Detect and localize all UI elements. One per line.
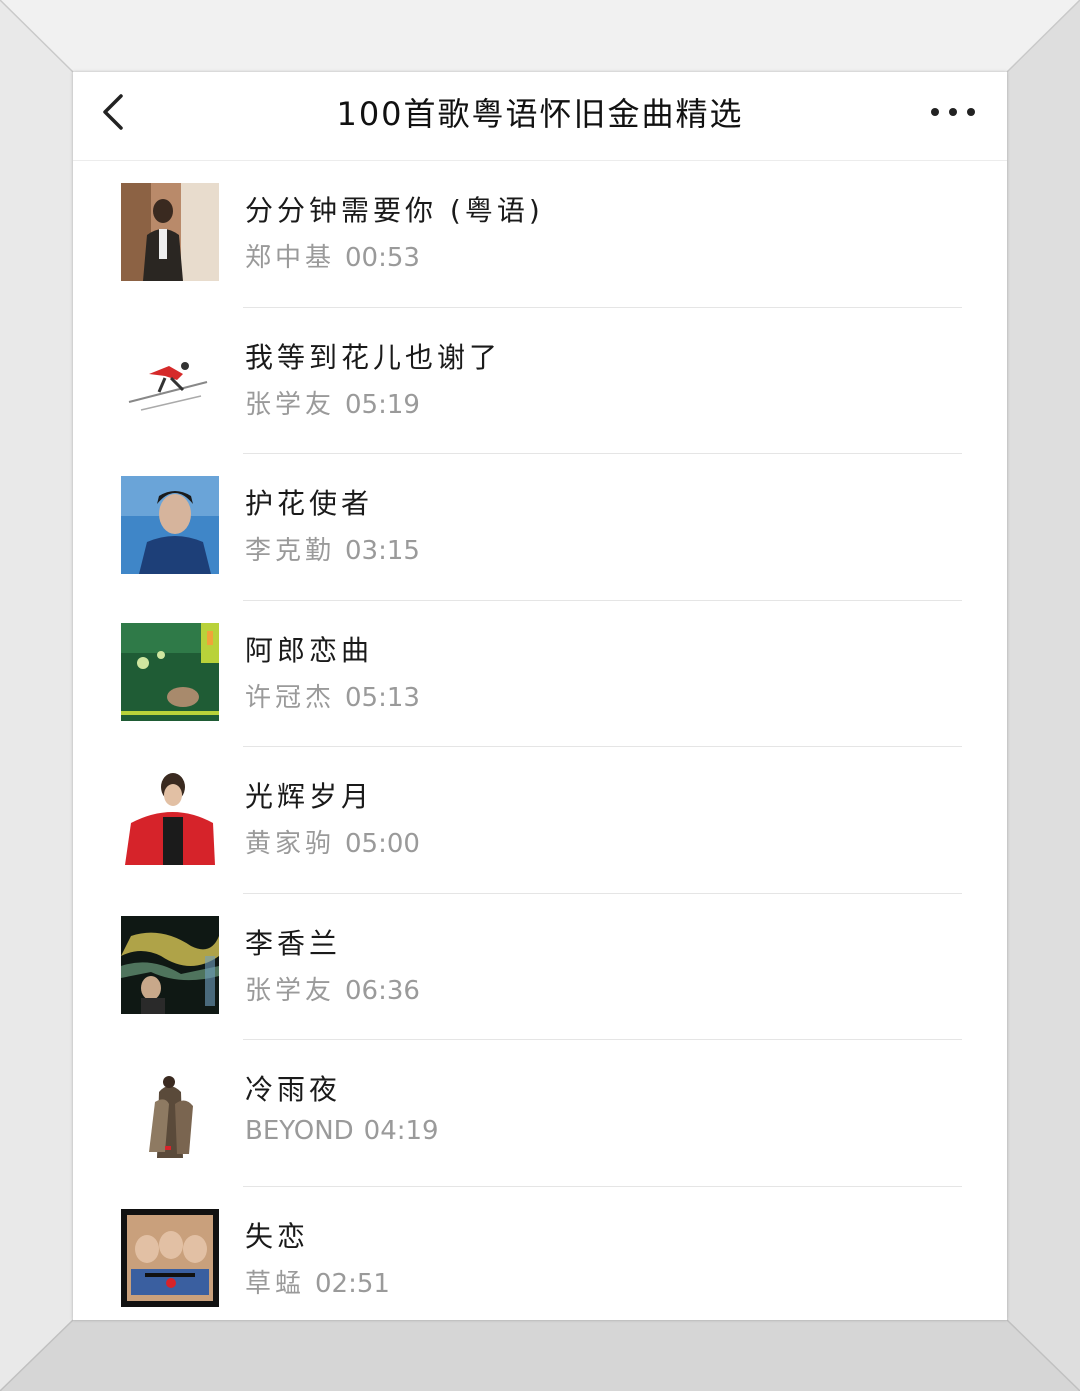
album-cover-image — [121, 329, 219, 428]
album-cover — [121, 329, 219, 428]
song-row[interactable]: 护花使者 李克勤 03:15 — [73, 454, 1007, 601]
song-artist: 郑中基 — [245, 243, 336, 273]
song-duration: 02:51 — [315, 1268, 390, 1299]
song-artist: BEYOND — [245, 1116, 354, 1146]
song-artist: 李克勤 — [245, 536, 336, 566]
song-duration: 05:19 — [345, 389, 420, 420]
back-button[interactable] — [91, 90, 139, 138]
album-cover — [121, 915, 219, 1014]
album-cover — [121, 476, 219, 574]
album-cover-image — [121, 622, 219, 721]
album-cover — [121, 622, 219, 721]
song-row[interactable]: 失恋 草蜢 02:51 — [73, 1187, 1007, 1321]
song-meta: 郑中基 00:53 — [245, 237, 420, 274]
song-meta: BEYOND 04:19 — [245, 1116, 439, 1146]
song-title: 失恋 — [245, 1219, 310, 1253]
album-cover-image — [121, 183, 219, 281]
song-title: 我等到花儿也谢了 — [245, 340, 502, 374]
song-row[interactable]: 冷雨夜 BEYOND 04:19 — [73, 1040, 1007, 1187]
song-meta: 李克勤 03:15 — [245, 530, 420, 567]
song-title: 分分钟需要你 (粤语) — [245, 194, 544, 227]
song-duration: 06:36 — [345, 975, 420, 1006]
song-row[interactable]: 光辉岁月 黄家驹 05:00 — [73, 747, 1007, 894]
top-navigation-bar: 100首歌粤语怀旧金曲精选 — [73, 72, 1007, 161]
album-cover — [121, 1062, 219, 1160]
song-artist: 许冠杰 — [245, 682, 336, 713]
song-duration: 03:15 — [345, 536, 420, 566]
phone-screen: 100首歌粤语怀旧金曲精选 分分钟需要你 (粤语) 郑中基 00:53 我等到花… — [73, 72, 1007, 1320]
song-title: 李香兰 — [245, 926, 342, 960]
more-horizontal-icon — [931, 108, 975, 116]
song-meta: 张学友 06:36 — [245, 970, 420, 1007]
song-duration: 04:19 — [363, 1116, 439, 1146]
album-cover-image — [121, 915, 219, 1014]
more-button[interactable] — [925, 92, 981, 136]
song-duration: 05:13 — [345, 682, 420, 713]
song-artist: 张学友 — [245, 975, 336, 1006]
song-duration: 05:00 — [345, 829, 420, 859]
song-artist: 黄家驹 — [245, 829, 336, 859]
song-title: 护花使者 — [245, 487, 374, 520]
song-row[interactable]: 阿郎恋曲 许冠杰 05:13 — [73, 601, 1007, 747]
album-cover — [121, 1208, 219, 1307]
song-artist: 张学友 — [245, 389, 336, 420]
album-cover — [121, 769, 219, 867]
song-title: 阿郎恋曲 — [245, 633, 374, 667]
song-meta: 草蜢 02:51 — [245, 1263, 390, 1300]
song-artist: 草蜢 — [245, 1268, 306, 1299]
song-row[interactable]: 李香兰 张学友 06:36 — [73, 894, 1007, 1040]
song-title: 冷雨夜 — [245, 1073, 342, 1106]
album-cover-image — [121, 1062, 219, 1160]
chevron-left-icon — [103, 94, 123, 130]
song-meta: 黄家驹 05:00 — [245, 823, 420, 860]
album-cover-image — [121, 476, 219, 574]
page-title: 100首歌粤语怀旧金曲精选 — [336, 95, 744, 133]
song-row[interactable]: 分分钟需要你 (粤语) 郑中基 00:53 — [73, 161, 1007, 308]
song-list: 分分钟需要你 (粤语) 郑中基 00:53 我等到花儿也谢了 张学友 05:19… — [73, 161, 1007, 1320]
album-cover-image — [121, 1208, 219, 1307]
album-cover — [121, 183, 219, 281]
song-meta: 张学友 05:19 — [245, 384, 420, 421]
song-duration: 00:53 — [345, 243, 420, 273]
song-row[interactable]: 我等到花儿也谢了 张学友 05:19 — [73, 308, 1007, 454]
song-title: 光辉岁月 — [245, 780, 374, 813]
album-cover-image — [121, 769, 219, 867]
song-meta: 许冠杰 05:13 — [245, 677, 420, 714]
